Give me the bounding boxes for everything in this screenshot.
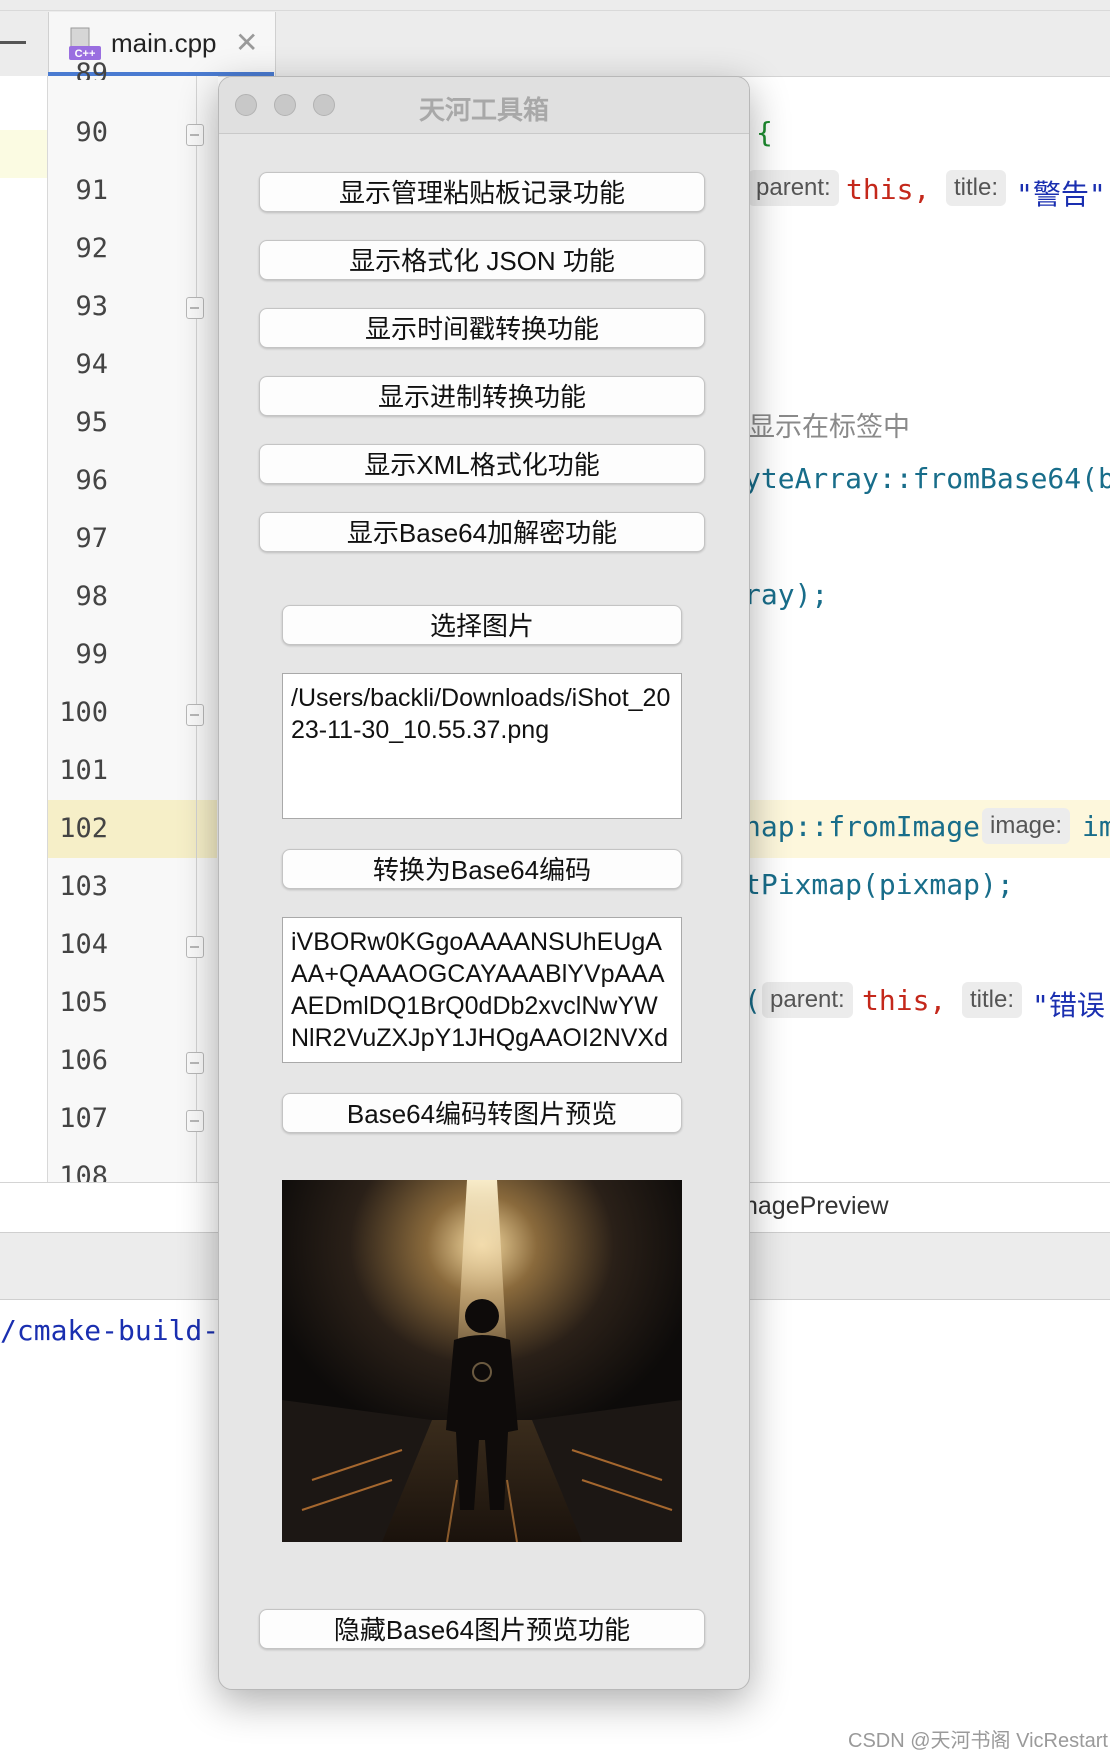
line-number: 92 [75, 233, 108, 264]
select-image-button[interactable]: 选择图片 [282, 605, 682, 645]
xml-format-button[interactable]: 显示XML格式化功能 [259, 444, 705, 484]
fold-marker-icon[interactable] [186, 124, 204, 146]
code-line-103: tPixmap(pixmap); [744, 868, 1014, 901]
hide-base64-preview-button[interactable]: 隐藏Base64图片预览功能 [259, 1609, 705, 1649]
terminal-output-path: /cmake-build-d [0, 1314, 237, 1347]
code-comment: 显示在标签中 [748, 412, 910, 442]
left-strip-highlight [0, 130, 47, 178]
line-number: 98 [75, 581, 108, 612]
clipboard-history-button[interactable]: 显示管理粘贴板记录功能 [259, 172, 705, 212]
code-brace: { [756, 116, 773, 149]
gutter-divider [196, 76, 197, 1182]
line-number: 102 [59, 813, 108, 844]
line-number: 91 [75, 175, 108, 206]
code-line-102-tail: im [1082, 810, 1110, 843]
line-number: 94 [75, 349, 108, 380]
cpp-file-icon: C++ [69, 27, 101, 60]
window-title: 天河工具箱 [418, 95, 549, 125]
line-number: 95 [75, 407, 108, 438]
json-format-button[interactable]: 显示格式化 JSON 功能 [259, 240, 705, 280]
code-this: this, [862, 984, 947, 1017]
line-number: 90 [75, 117, 108, 148]
line-number: 107 [59, 1103, 108, 1134]
line-number: 103 [59, 871, 108, 902]
line-number: 101 [59, 755, 108, 786]
line-number: 100 [59, 697, 108, 728]
param-hint-image: image: [982, 808, 1071, 844]
line-number: 106 [59, 1045, 108, 1076]
editor-tab-bar: C++ main.cpp ✕ [0, 0, 1110, 77]
line-number: 89 [75, 58, 108, 80]
fold-marker-icon[interactable] [186, 704, 204, 726]
collapse-panel-icon[interactable] [0, 41, 26, 44]
line-number: 108 [59, 1161, 108, 1182]
tab-label: main.cpp [111, 28, 217, 58]
image-path-field[interactable]: /Users/backli/Downloads/iShot_2023-11-30… [282, 673, 682, 819]
window-titlebar[interactable]: 天河工具箱 [219, 77, 749, 134]
tab-bar-divider [0, 10, 1110, 11]
code-line-96: yteArray::fromBase64(ba [744, 462, 1110, 495]
watermark: CSDN @天河书阁 VicRestart [848, 1730, 1108, 1752]
breadcrumb-text[interactable]: nagePreview [744, 1192, 889, 1221]
code-line-102: nap::fromImage( [744, 810, 997, 843]
code-this: this, [846, 173, 931, 206]
param-hint-title: title: [962, 982, 1023, 1018]
code-line-98: ray); [744, 578, 829, 611]
param-hint-parent: parent: [748, 170, 839, 206]
base64-codec-button[interactable]: 显示Base64加解密功能 [259, 512, 705, 552]
convert-to-base64-button[interactable]: 转换为Base64编码 [282, 849, 682, 889]
timestamp-convert-button[interactable]: 显示时间戳转换功能 [259, 308, 705, 348]
line-number: 93 [75, 291, 108, 322]
line-number: 104 [59, 929, 108, 960]
fold-marker-icon[interactable] [186, 297, 204, 319]
radix-convert-button[interactable]: 显示进制转换功能 [259, 376, 705, 416]
fold-marker-icon[interactable] [186, 936, 204, 958]
base64-to-image-button[interactable]: Base64编码转图片预览 [282, 1093, 682, 1133]
fold-marker-icon[interactable] [186, 1110, 204, 1132]
line-number: 97 [75, 523, 108, 554]
line-number: 96 [75, 465, 108, 496]
fold-marker-icon[interactable] [186, 1052, 204, 1074]
code-string: "警告" [1016, 178, 1106, 211]
toolbox-window: 天河工具箱 显示管理粘贴板记录功能 显示格式化 JSON 功能 显示时间戳转换功… [218, 76, 750, 1690]
base64-output-field[interactable]: iVBORw0KGgoAAAANSUhEUgAAA+QAAAOGCAYAAABl… [282, 917, 682, 1063]
param-hint-title: title: [946, 170, 1007, 206]
line-number: 105 [59, 987, 108, 1018]
close-tab-icon[interactable]: ✕ [235, 26, 258, 59]
preview-figure-image [282, 1180, 682, 1542]
line-number: 99 [75, 639, 108, 670]
param-hint-parent: parent: [762, 982, 853, 1018]
left-tool-strip [0, 76, 47, 1232]
code-string: "错误 [1032, 989, 1105, 1022]
image-preview [282, 1180, 682, 1542]
